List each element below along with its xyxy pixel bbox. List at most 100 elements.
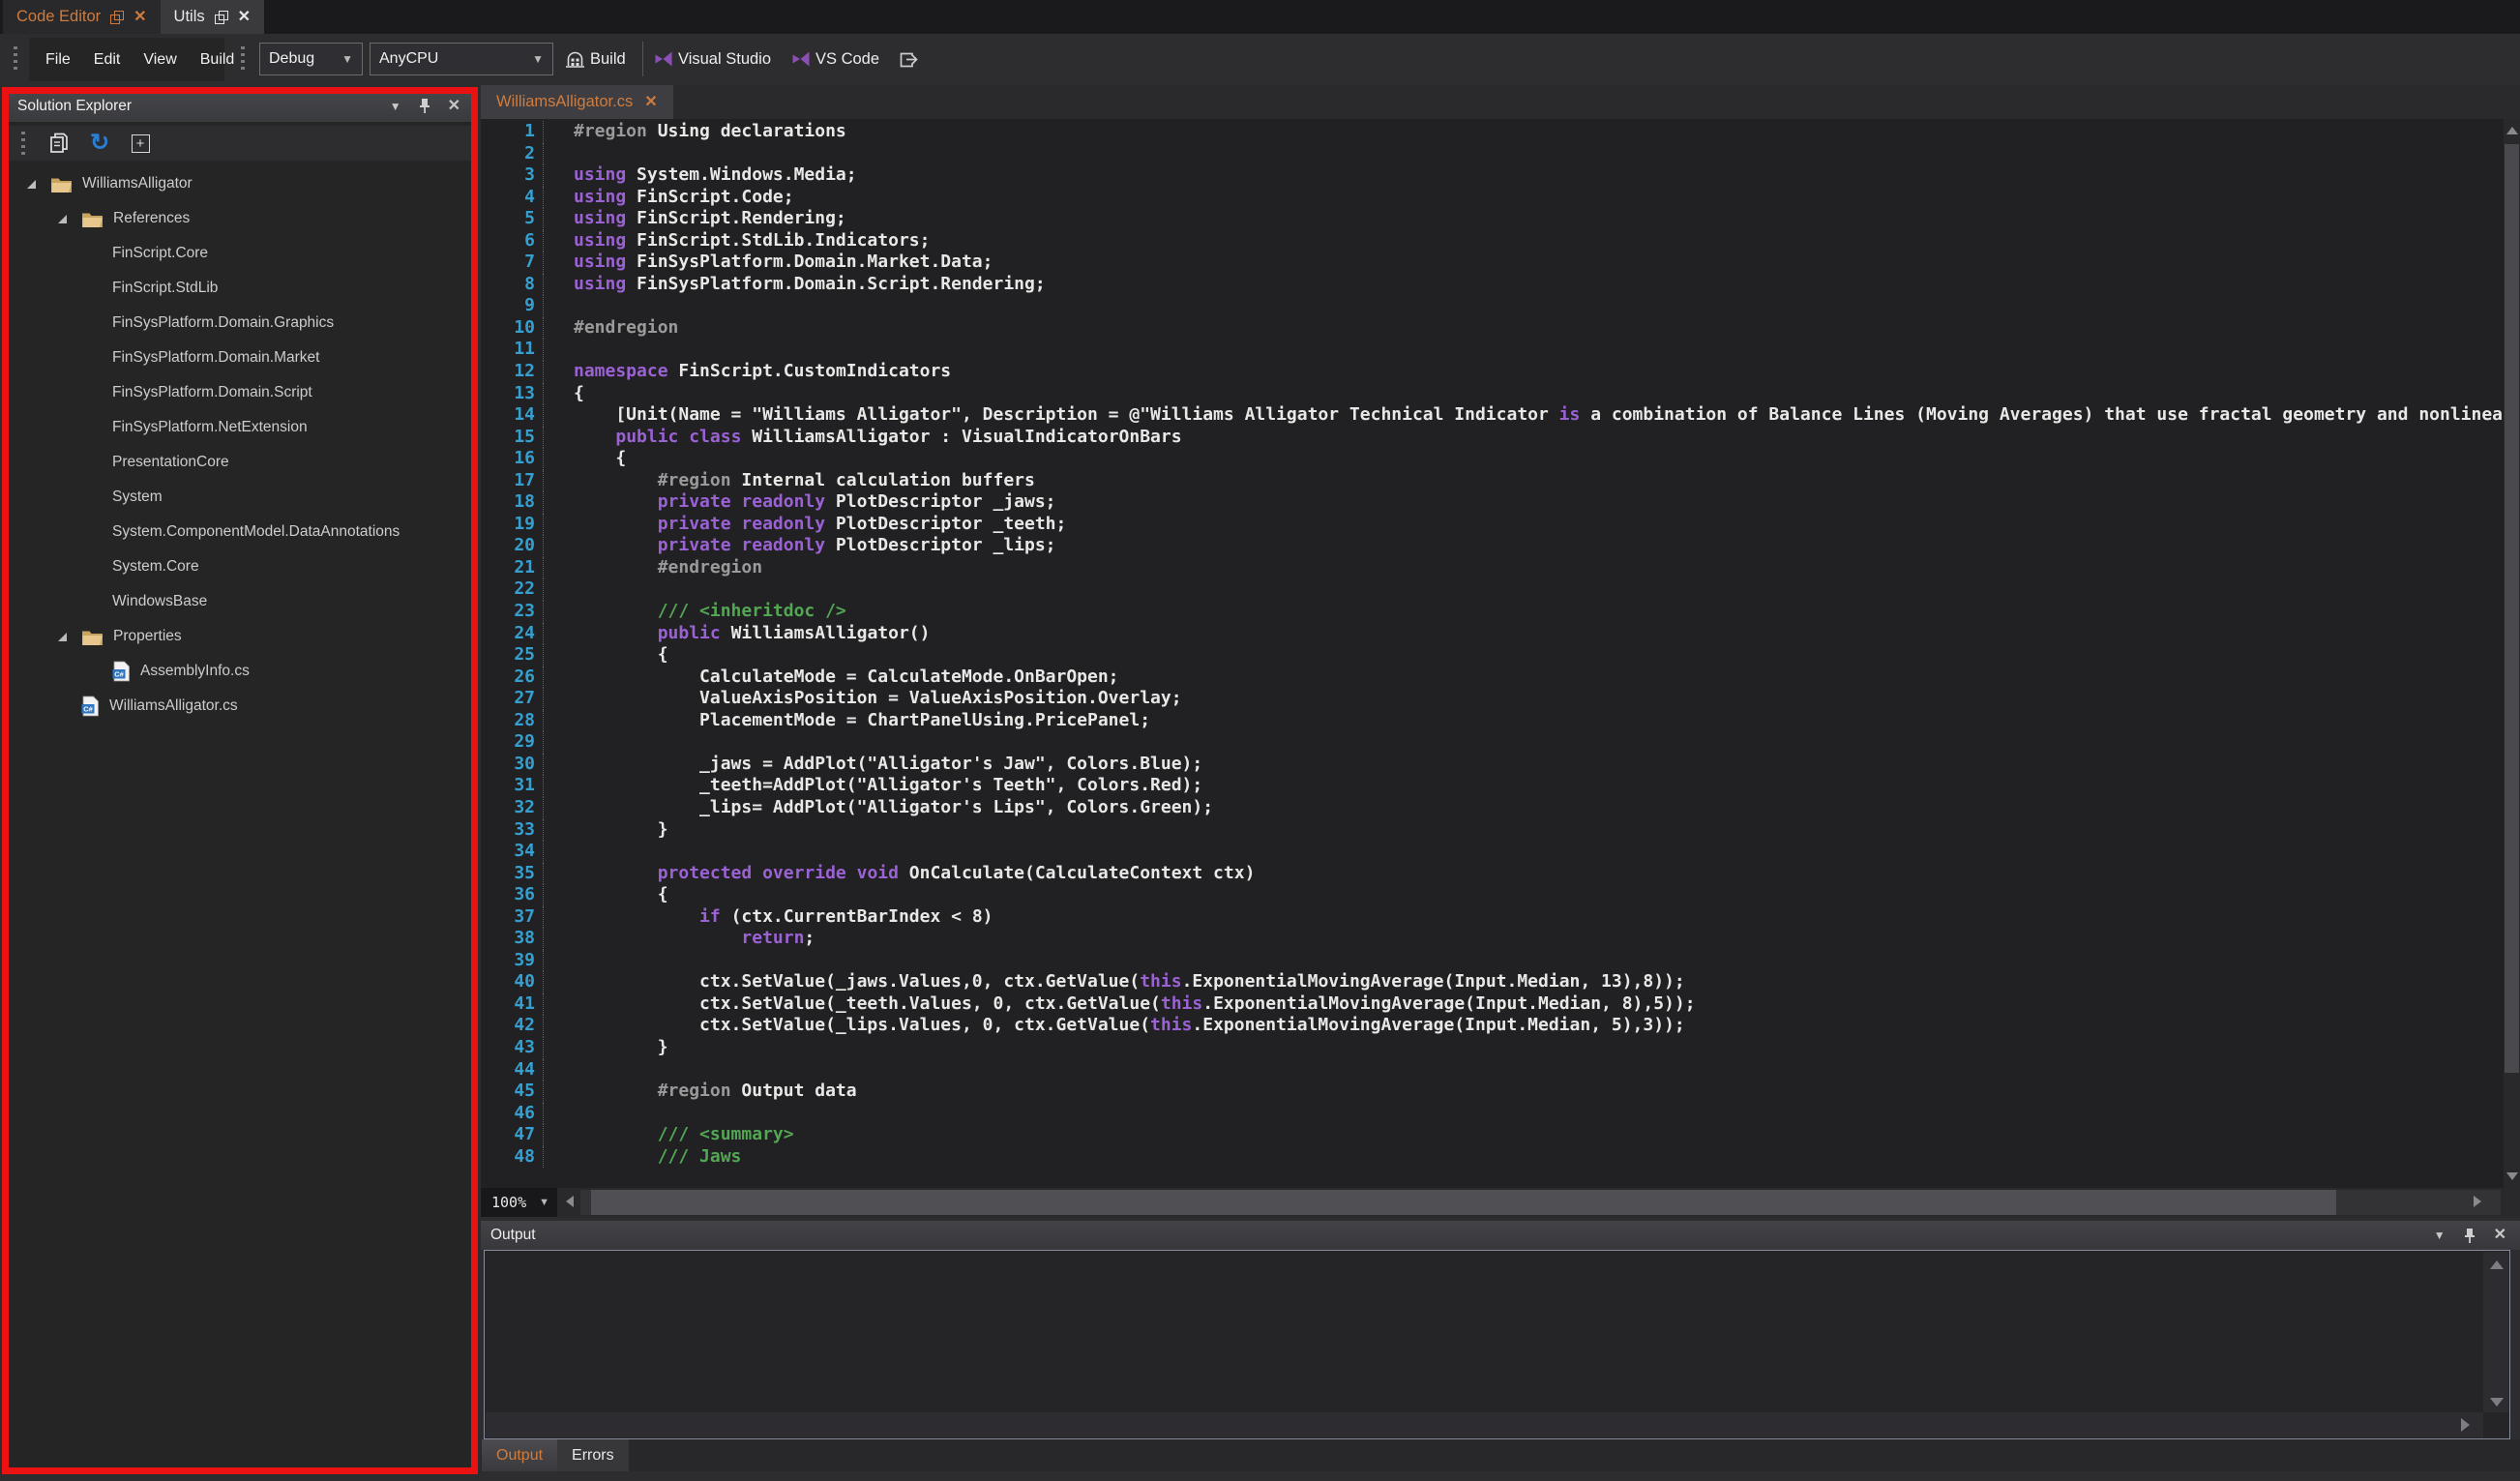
code-line[interactable]: 7using FinSysPlatform.Domain.Market.Data… (481, 252, 2504, 274)
toolbar-grip-icon[interactable] (21, 132, 25, 155)
output-vertical-scrollbar[interactable] (2483, 1252, 2508, 1412)
code-line[interactable]: 20 private readonly PlotDescriptor _lips… (481, 535, 2504, 557)
code-line[interactable]: 4using FinScript.Code; (481, 187, 2504, 209)
editor-horizontal-scrollbar[interactable] (580, 1190, 2501, 1215)
code-line[interactable]: 40 ctx.SetValue(_jaws.Values,0, ctx.GetV… (481, 971, 2504, 993)
code-line[interactable]: 14 [Unit(Name = "Williams Alligator", De… (481, 404, 2504, 427)
code-line[interactable]: 25 { (481, 644, 2504, 666)
close-icon[interactable]: ✕ (644, 95, 657, 110)
code-line[interactable]: 35 protected override void OnCalculate(C… (481, 863, 2504, 885)
close-icon[interactable]: ✕ (133, 10, 146, 25)
code-line[interactable]: 15 public class WilliamsAlligator : Visu… (481, 427, 2504, 449)
code-line[interactable]: 18 private readonly PlotDescriptor _jaws… (481, 491, 2504, 514)
code-line[interactable]: 1#region Using declarations (481, 121, 2504, 143)
code-line[interactable]: 33 } (481, 819, 2504, 842)
code-line[interactable]: 16 { (481, 448, 2504, 470)
window-tab-code-editor[interactable]: Code Editor✕ (3, 0, 161, 34)
code-editor[interactable]: 1#region Using declarations23using Syste… (481, 119, 2504, 1188)
vscode-button[interactable]: VS Code (791, 43, 879, 75)
code-line[interactable]: 47 /// <summary> (481, 1124, 2504, 1146)
editor-tab-williamsalligator[interactable]: WilliamsAlligator.cs ✕ (481, 85, 673, 119)
code-line[interactable]: 41 ctx.SetValue(_teeth.Values, 0, ctx.Ge… (481, 993, 2504, 1016)
add-icon[interactable]: + (128, 131, 153, 156)
scroll-up-icon[interactable] (2506, 127, 2518, 134)
code-line[interactable]: 24 public WilliamsAlligator() (481, 623, 2504, 645)
tree-item-finsysplatform-domain-script[interactable]: FinSysPlatform.Domain.Script (8, 375, 472, 410)
scroll-left-icon[interactable] (566, 1196, 574, 1207)
code-line[interactable]: 17 #region Internal calculation buffers (481, 470, 2504, 492)
scrollbar-thumb[interactable] (2505, 144, 2519, 1073)
expanded-arrow-icon[interactable] (27, 180, 50, 189)
tree-item-finsysplatform-domain-market[interactable]: FinSysPlatform.Domain.Market (8, 341, 472, 375)
tree-item-system-core[interactable]: System.Core (8, 549, 472, 584)
code-line[interactable]: 30 _jaws = AddPlot("Alligator's Jaw", Co… (481, 754, 2504, 776)
pin-icon[interactable] (418, 98, 431, 114)
close-icon[interactable]: ✕ (2494, 1228, 2506, 1243)
float-window-icon[interactable] (215, 11, 228, 24)
editor-zoom-select[interactable]: 100% ▼ (481, 1188, 557, 1217)
expanded-arrow-icon[interactable] (58, 215, 81, 223)
code-line[interactable]: 43 } (481, 1037, 2504, 1059)
code-line[interactable]: 8using FinSysPlatform.Domain.Script.Rend… (481, 274, 2504, 296)
code-line[interactable]: 9 (481, 295, 2504, 317)
pin-icon[interactable] (2463, 1228, 2476, 1244)
code-line[interactable]: 42 ctx.SetValue(_lips.Values, 0, ctx.Get… (481, 1015, 2504, 1037)
code-line[interactable]: 6using FinScript.StdLib.Indicators; (481, 230, 2504, 252)
platform-select[interactable]: AnyCPU ▼ (370, 43, 553, 75)
visual-studio-button[interactable]: Visual Studio (654, 43, 771, 75)
code-line[interactable]: 34 (481, 841, 2504, 863)
tree-item-assemblyinfo-cs[interactable]: C#AssemblyInfo.cs (8, 654, 472, 689)
code-line[interactable]: 44 (481, 1059, 2504, 1081)
tree-item-finsysplatform-netextension[interactable]: FinSysPlatform.NetExtension (8, 410, 472, 445)
window-tab-utils[interactable]: Utils✕ (161, 0, 265, 34)
toolbar-grip-icon[interactable] (14, 46, 17, 73)
scrollbar-thumb[interactable] (591, 1190, 2336, 1215)
code-line[interactable]: 48 /// Jaws (481, 1146, 2504, 1169)
scroll-down-icon[interactable] (2490, 1398, 2504, 1407)
tree-item-finscript-stdlib[interactable]: FinScript.StdLib (8, 271, 472, 306)
code-line[interactable]: 13{ (481, 383, 2504, 405)
code-line[interactable]: 31 _teeth=AddPlot("Alligator's Teeth", C… (481, 775, 2504, 797)
output-tab-output[interactable]: Output (482, 1439, 557, 1471)
chevron-down-icon[interactable]: ▼ (390, 100, 401, 113)
output-console[interactable] (484, 1250, 2510, 1439)
tree-item-presentationcore[interactable]: PresentationCore (8, 445, 472, 480)
code-line[interactable]: 23 /// <inheritdoc /> (481, 601, 2504, 623)
code-line[interactable]: 38 return; (481, 928, 2504, 950)
copy-icon[interactable] (46, 131, 72, 156)
configuration-select[interactable]: Debug ▼ (259, 43, 363, 75)
scroll-down-icon[interactable] (2506, 1172, 2518, 1180)
chevron-down-icon[interactable]: ▼ (2434, 1229, 2446, 1242)
tree-item-williamsalligator[interactable]: WilliamsAlligator (8, 166, 472, 201)
scroll-up-icon[interactable] (2490, 1260, 2504, 1269)
scroll-right-icon[interactable] (2474, 1196, 2481, 1207)
tree-item-system[interactable]: System (8, 480, 472, 515)
code-line[interactable]: 12namespace FinScript.CustomIndicators (481, 361, 2504, 383)
menu-item-build[interactable]: Build (193, 47, 242, 73)
tree-item-finsysplatform-domain-graphics[interactable]: FinSysPlatform.Domain.Graphics (8, 306, 472, 341)
menu-item-edit[interactable]: Edit (87, 47, 128, 73)
code-line[interactable]: 32 _lips= AddPlot("Alligator's Lips", Co… (481, 797, 2504, 819)
code-line[interactable]: 29 (481, 731, 2504, 754)
open-external-button[interactable] (898, 43, 920, 75)
code-line[interactable]: 22 (481, 578, 2504, 601)
expanded-arrow-icon[interactable] (58, 633, 81, 641)
tree-item-williamsalligator-cs[interactable]: C#WilliamsAlligator.cs (8, 689, 472, 724)
code-line[interactable]: 2 (481, 143, 2504, 165)
editor-vertical-scrollbar[interactable] (2504, 119, 2520, 1188)
code-line[interactable]: 26 CalculateMode = CalculateMode.OnBarOp… (481, 666, 2504, 689)
tree-item-finscript-core[interactable]: FinScript.Core (8, 236, 472, 271)
code-line[interactable]: 39 (481, 950, 2504, 972)
toolbar-grip-icon[interactable] (241, 46, 245, 73)
build-button[interactable]: Build (565, 43, 626, 75)
output-panel-header[interactable]: Output ▼ ✕ (481, 1221, 2520, 1250)
tree-item-properties[interactable]: Properties (8, 619, 472, 654)
code-line[interactable]: 45 #region Output data (481, 1081, 2504, 1103)
close-icon[interactable]: ✕ (238, 10, 251, 25)
code-line[interactable]: 36 { (481, 884, 2504, 906)
code-line[interactable]: 37 if (ctx.CurrentBarIndex < 8) (481, 906, 2504, 929)
solution-explorer-header[interactable]: Solution Explorer ▼ ✕ (8, 90, 472, 122)
float-window-icon[interactable] (110, 11, 124, 24)
scroll-right-icon[interactable] (2461, 1418, 2470, 1432)
menu-item-view[interactable]: View (136, 47, 183, 73)
